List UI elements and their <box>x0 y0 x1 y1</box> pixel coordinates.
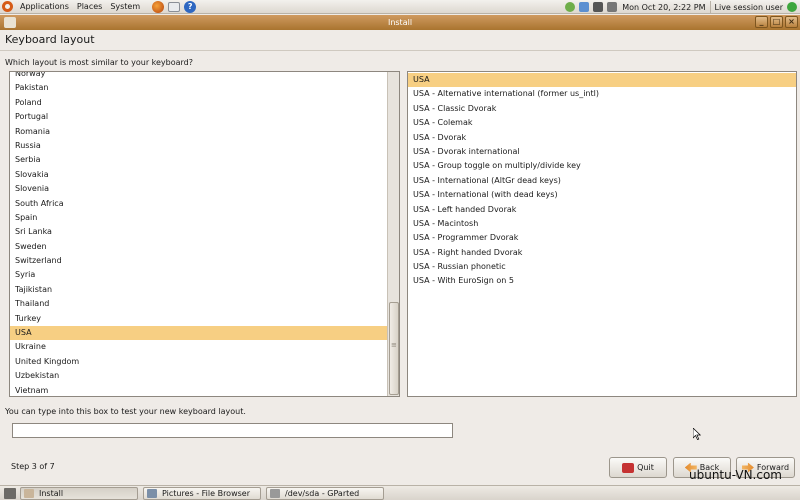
window-menu-icon[interactable] <box>4 17 16 28</box>
menu-applications[interactable]: Applications <box>16 2 73 11</box>
scrollbar-thumb[interactable] <box>389 302 399 395</box>
variant-list-item[interactable]: USA - Dvorak international <box>408 145 796 159</box>
system-tray: Mon Oct 20, 2:22 PM Live session user <box>563 0 800 14</box>
status-icon <box>787 2 797 12</box>
country-list-item[interactable]: Ukraine <box>10 340 387 354</box>
install-app-icon <box>24 488 34 498</box>
minimize-button[interactable]: _ <box>755 16 768 28</box>
variant-list[interactable]: USA USA - Alternative international (form… <box>407 71 797 397</box>
update-notifier-icon[interactable] <box>565 2 576 12</box>
country-list-item[interactable]: Uzbekistan <box>10 369 387 383</box>
variant-list-item[interactable]: USA <box>408 73 796 88</box>
layout-question: Which layout is most similar to your key… <box>5 58 194 67</box>
variant-list-item[interactable]: USA - Dvorak <box>408 131 796 145</box>
quit-icon <box>622 462 635 473</box>
ubuntu-logo-icon <box>2 1 13 12</box>
country-list-item[interactable]: Poland <box>10 96 387 110</box>
country-list-item[interactable]: Tajikistan <box>10 283 387 297</box>
watermark: ubuntu-VN.com <box>689 468 782 482</box>
test-hint: You can type into this box to test your … <box>5 407 246 416</box>
network-icon[interactable] <box>579 2 590 12</box>
window-title: Install <box>387 18 413 27</box>
display-icon[interactable] <box>593 2 604 12</box>
show-desktop-icon[interactable] <box>4 487 16 499</box>
country-list-item[interactable]: United Kingdom <box>10 355 387 369</box>
variant-list-item[interactable]: USA - Alternative international (former … <box>408 87 796 101</box>
country-list-item[interactable]: Norway <box>10 72 387 81</box>
country-list-item[interactable]: Vietnam <box>10 384 387 396</box>
variant-list-item[interactable]: USA - Macintosh <box>408 217 796 231</box>
variant-list-item[interactable]: USA - Russian phonetic <box>408 260 796 274</box>
divider <box>0 50 800 51</box>
country-list-item[interactable]: Pakistan <box>10 81 387 95</box>
variant-list-item[interactable]: USA - Programmer Dvorak <box>408 231 796 245</box>
country-list-item[interactable]: Slovakia <box>10 168 387 182</box>
variant-list-item[interactable]: USA - International (with dead keys) <box>408 188 796 202</box>
bottom-panel: Install Pictures - File Browser /dev/sda… <box>0 485 800 500</box>
variant-list-item[interactable]: USA - International (AltGr dead keys) <box>408 174 796 188</box>
quit-label: Quit <box>637 463 654 472</box>
country-list-item[interactable]: Slovenia <box>10 182 387 196</box>
window-titlebar[interactable]: Install _ □ × <box>0 15 800 30</box>
main-menu: Applications Places System <box>0 0 150 14</box>
task-label: Pictures - File Browser <box>162 488 250 498</box>
user-menu[interactable]: Live session user <box>715 3 783 12</box>
task-file-browser[interactable]: Pictures - File Browser <box>143 486 261 500</box>
variant-list-item[interactable]: USA - With EuroSign on 5 <box>408 274 796 288</box>
country-list-scrollbar[interactable] <box>387 72 399 396</box>
gparted-icon <box>270 488 280 498</box>
mail-icon[interactable] <box>168 1 181 12</box>
country-list-item[interactable]: Sri Lanka <box>10 225 387 239</box>
close-button[interactable]: × <box>785 16 798 28</box>
country-list-item[interactable]: Sweden <box>10 240 387 254</box>
menu-system[interactable]: System <box>106 2 144 11</box>
country-list-item[interactable]: Thailand <box>10 297 387 311</box>
panel-separator <box>709 1 711 13</box>
clock[interactable]: Mon Oct 20, 2:22 PM <box>622 3 705 12</box>
quit-button[interactable]: Quit <box>609 457 667 478</box>
country-list-item[interactable]: USA <box>10 326 387 341</box>
variant-list-item[interactable]: USA - Left handed Dvorak <box>408 203 796 217</box>
country-list-item[interactable]: Syria <box>10 268 387 282</box>
task-gparted[interactable]: /dev/sda - GParted <box>266 486 384 500</box>
window-controls: _ □ × <box>753 16 798 28</box>
country-list[interactable]: Norway Pakistan Poland Portugal Romania Russi… <box>9 71 400 397</box>
mouse-cursor-icon <box>693 428 701 440</box>
help-icon[interactable]: ? <box>184 0 197 13</box>
task-label: /dev/sda - GParted <box>285 488 360 498</box>
country-list-item[interactable]: Serbia <box>10 153 387 167</box>
keyboard-test-input[interactable] <box>12 423 453 438</box>
top-panel: Applications Places System ? Mon Oct 20,… <box>0 0 800 14</box>
variant-list-item[interactable]: USA - Classic Dvorak <box>408 102 796 116</box>
step-indicator: Step 3 of 7 <box>11 462 55 471</box>
country-list-item[interactable]: Russia <box>10 139 387 153</box>
maximize-button[interactable]: □ <box>770 16 783 28</box>
volume-icon[interactable] <box>607 2 618 12</box>
folder-icon <box>147 488 157 498</box>
task-install[interactable]: Install <box>20 486 138 500</box>
variant-list-item[interactable]: USA - Colemak <box>408 116 796 130</box>
firefox-icon[interactable] <box>152 0 165 13</box>
country-list-item[interactable]: Spain <box>10 211 387 225</box>
country-list-item[interactable]: South Africa <box>10 197 387 211</box>
variant-list-item[interactable]: USA - Right handed Dvorak <box>408 246 796 260</box>
page-title: Keyboard layout <box>5 33 95 46</box>
variant-list-item[interactable]: USA - Group toggle on multiply/divide ke… <box>408 159 796 173</box>
country-list-item[interactable]: Turkey <box>10 312 387 326</box>
menu-places[interactable]: Places <box>73 2 106 11</box>
country-list-item[interactable]: Portugal <box>10 110 387 124</box>
country-list-item[interactable]: Romania <box>10 125 387 139</box>
task-label: Install <box>39 488 64 498</box>
country-list-item[interactable]: Switzerland <box>10 254 387 268</box>
